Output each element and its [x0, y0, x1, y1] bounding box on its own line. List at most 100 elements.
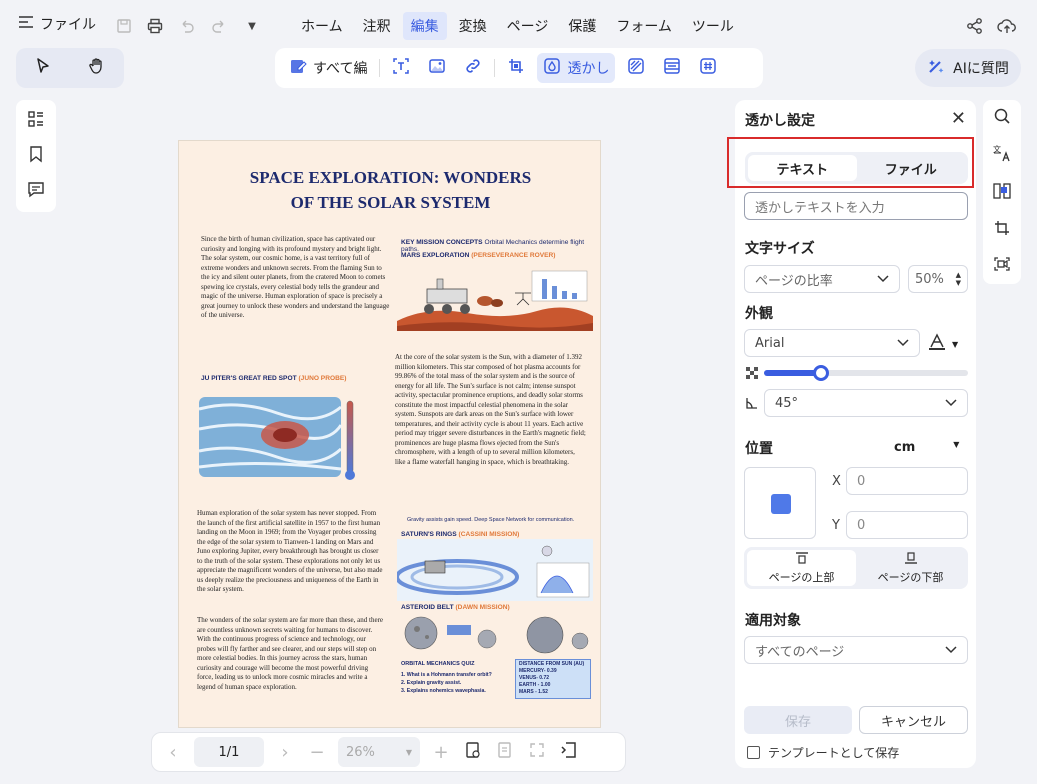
toolbar-separator: [379, 59, 381, 77]
ocr-crop-icon[interactable]: [993, 219, 1011, 241]
key-mission-heading: KEY MISSION CONCEPTS Orbital Mechanics d…: [401, 239, 585, 253]
bookmark-icon[interactable]: [27, 145, 45, 167]
rotation-select[interactable]: 45°: [764, 389, 968, 417]
font-size-heading: 文字サイズ: [745, 241, 815, 257]
hand-tool-icon[interactable]: [88, 57, 106, 79]
save-button[interactable]: 保存: [744, 706, 852, 734]
y-label: Y: [832, 518, 840, 533]
watermark-text-input[interactable]: 透かしテキストを入力: [744, 192, 968, 220]
compare-icon[interactable]: [992, 181, 1012, 205]
cloud-upload-icon[interactable]: [997, 16, 1017, 36]
doc-paragraph-3: Human exploration of the solar system ha…: [197, 509, 383, 593]
image-icon: [428, 57, 446, 79]
tab-home[interactable]: ホーム: [293, 12, 351, 40]
checkbox-icon: [747, 746, 760, 759]
fullscreen-icon[interactable]: [526, 742, 548, 763]
ai-ask-button[interactable]: AIに質問: [915, 49, 1021, 87]
text-color-picker[interactable]: ▼: [928, 333, 958, 355]
ai-ask-label: AIに質問: [953, 61, 1009, 77]
crop-icon: [507, 57, 525, 79]
save-icon[interactable]: [114, 16, 134, 36]
position-heading: 位置: [745, 441, 773, 457]
quick-access-dropdown-icon[interactable]: ▼: [242, 16, 262, 36]
font-select[interactable]: Arial: [744, 329, 920, 357]
cancel-button[interactable]: キャンセル: [859, 706, 968, 734]
watermark-label: 透かし: [567, 61, 610, 77]
thumbnails-icon[interactable]: [27, 110, 45, 132]
background-button[interactable]: [621, 53, 651, 83]
zoom-out-icon[interactable]: −: [306, 742, 328, 763]
page-bottom-button[interactable]: ページの下部: [856, 550, 965, 586]
stepper-arrows-icon[interactable]: ▲ ▼: [956, 271, 961, 287]
undo-icon[interactable]: [177, 16, 197, 36]
apply-to-heading: 適用対象: [745, 613, 801, 629]
chevron-down-icon: [945, 396, 957, 411]
add-text-button[interactable]: [386, 53, 416, 83]
page-top-button[interactable]: ページの上部: [747, 550, 856, 586]
y-input[interactable]: 0: [846, 511, 968, 539]
quiz-title: ORBITAL MECHANICS QUIZ: [401, 661, 475, 667]
watermark-settings-panel: 透かし設定 ✕ テキスト ファイル 透かしテキストを入力 文字サイズ ページの比…: [735, 100, 976, 768]
edit-all-button[interactable]: すべて編: [283, 53, 373, 83]
watermark-icon: [543, 57, 561, 79]
x-label: X: [832, 474, 841, 489]
edit-all-icon: [289, 57, 307, 79]
chevron-down-icon: ▼: [953, 440, 960, 449]
align-top-icon: [795, 551, 809, 567]
prev-page-icon[interactable]: ‹: [162, 742, 184, 763]
page-view-icon[interactable]: [462, 741, 484, 764]
next-page-icon[interactable]: ›: [274, 742, 296, 763]
doc-title: SPACE EXPLORATION: WONDERS OF THE SOLAR …: [249, 168, 532, 212]
page-number-field[interactable]: 1/1: [194, 737, 264, 767]
mars-rover-illustration: [397, 270, 593, 331]
search-icon[interactable]: [993, 107, 1011, 129]
x-input[interactable]: 0: [846, 467, 968, 495]
header-footer-button[interactable]: [657, 53, 687, 83]
tab-protect[interactable]: 保護: [560, 12, 604, 40]
chevron-down-icon: [877, 272, 889, 287]
position-center-marker[interactable]: [771, 494, 791, 514]
page-navigation: ‹ 1/1 › − 26% ▼ +: [151, 732, 626, 772]
crop-button[interactable]: [501, 53, 531, 83]
chevron-down-icon: [945, 643, 957, 658]
background-icon: [627, 57, 645, 79]
select-cursor-icon[interactable]: [34, 57, 52, 79]
collapse-panel-icon[interactable]: [558, 741, 580, 764]
add-link-button[interactable]: [458, 53, 488, 83]
record-icon[interactable]: [993, 255, 1011, 277]
add-image-button[interactable]: [422, 53, 452, 83]
single-page-icon[interactable]: [494, 741, 516, 764]
chevron-down-icon: ▼: [405, 747, 412, 757]
unit-select[interactable]: cm ▼: [894, 440, 959, 455]
opacity-slider-handle[interactable]: [813, 365, 830, 381]
tab-convert[interactable]: 変換: [451, 12, 495, 40]
right-sidebar: 文: [983, 100, 1021, 284]
zoom-select[interactable]: 26% ▼: [338, 737, 420, 767]
position-grid[interactable]: [744, 467, 816, 539]
opacity-slider[interactable]: [764, 365, 968, 381]
tab-tools[interactable]: ツール: [684, 12, 742, 40]
close-icon[interactable]: ✕: [951, 108, 966, 129]
apply-to-select[interactable]: すべてのページ: [744, 636, 968, 664]
bates-number-button[interactable]: [693, 53, 723, 83]
print-icon[interactable]: [145, 16, 165, 36]
tab-edit[interactable]: 編集: [402, 12, 447, 40]
cursor-tools: [16, 48, 124, 88]
file-menu[interactable]: ファイル: [18, 14, 96, 34]
watermark-button[interactable]: 透かし: [537, 53, 616, 83]
header-footer-icon: [663, 57, 681, 79]
comment-icon[interactable]: [27, 180, 45, 202]
share-icon[interactable]: [965, 16, 985, 36]
redo-icon[interactable]: [209, 16, 229, 36]
tab-page[interactable]: ページ: [499, 12, 557, 40]
tab-form[interactable]: フォーム: [608, 12, 680, 40]
tab-annotate[interactable]: 注釈: [355, 12, 399, 40]
chevron-down-icon: [897, 336, 909, 351]
translate-icon[interactable]: 文: [992, 143, 1012, 167]
zoom-in-icon[interactable]: +: [430, 742, 452, 763]
save-as-template-checkbox[interactable]: テンプレートとして保存: [747, 744, 899, 761]
hamburger-icon: [18, 15, 34, 33]
link-icon: [464, 57, 482, 79]
size-mode-select[interactable]: ページの比率: [744, 265, 900, 293]
size-percent-stepper[interactable]: 50% ▲ ▼: [908, 265, 968, 293]
